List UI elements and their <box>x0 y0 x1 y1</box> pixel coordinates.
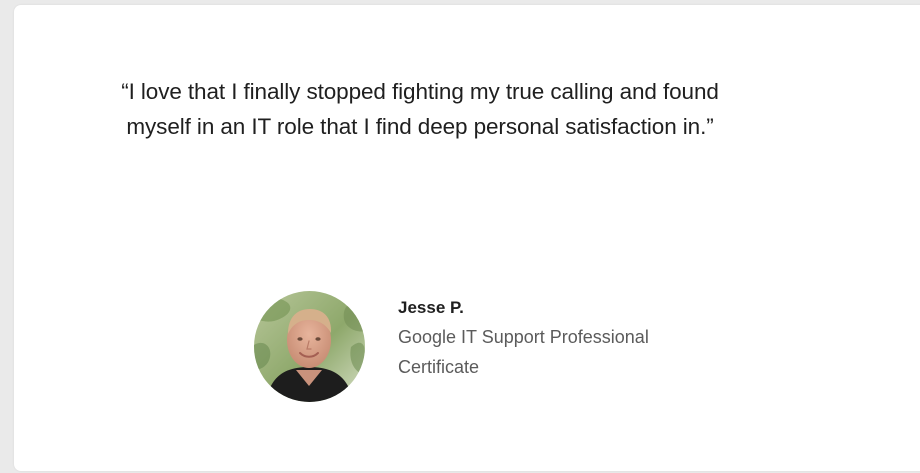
author-details: Jesse P. Google IT Support Professional … <box>398 298 688 382</box>
author-program: Google IT Support Professional Certifica… <box>398 327 649 377</box>
testimonial-quote: “I love that I finally stopped fighting … <box>121 79 719 139</box>
avatar <box>254 291 365 402</box>
testimonial-author: Jesse P. Google IT Support Professional … <box>254 291 688 402</box>
author-name: Jesse P. <box>398 298 464 317</box>
testimonial-card: “I love that I finally stopped fighting … <box>14 5 920 471</box>
